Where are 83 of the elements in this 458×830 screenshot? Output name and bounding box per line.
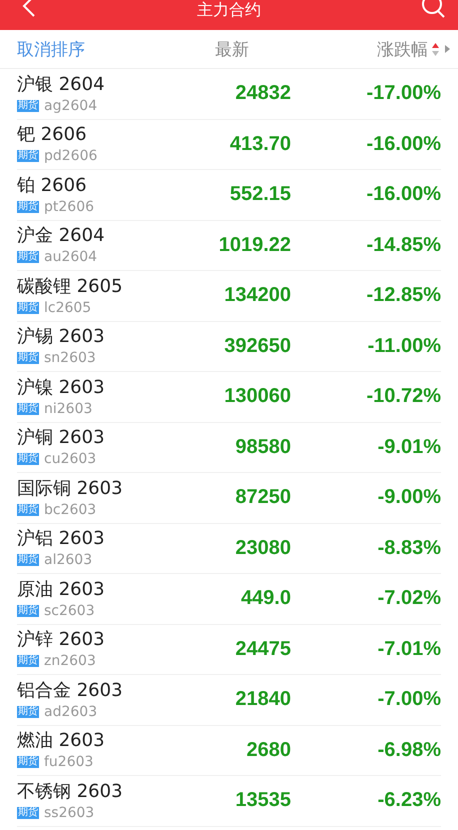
contract-code: bc2603	[44, 502, 96, 518]
back-icon[interactable]	[22, 0, 36, 17]
futures-tag: 期货	[17, 100, 39, 112]
futures-tag: 期货	[17, 756, 39, 768]
futures-tag: 期货	[17, 453, 39, 466]
change-percent: -12.85%	[366, 284, 441, 308]
change-percent: -9.01%	[376, 436, 441, 459]
futures-tag: 期货	[17, 806, 39, 819]
change-percent: -10.72%	[366, 385, 441, 408]
search-icon[interactable]	[422, 0, 446, 18]
contract-name: 沪镍 2603	[17, 376, 106, 399]
change-percent: -8.83%	[376, 536, 441, 560]
contract-name: 碳酸锂 2605	[17, 276, 124, 298]
column-header[interactable]: 涨跌幅	[377, 38, 428, 60]
contract-name: 沪锌 2603	[17, 629, 106, 652]
futures-tag: 期货	[17, 655, 39, 668]
change-percent: -9.00%	[376, 486, 441, 510]
contract-name: 沪金 2604	[17, 225, 106, 248]
change-percent: -7.00%	[376, 688, 441, 712]
latest-price: 413.70	[228, 132, 291, 156]
contract-name: 原油 2603	[17, 578, 106, 601]
futures-tag: 期货	[17, 554, 39, 566]
contract-name: 铝合金 2603	[17, 680, 124, 702]
futures-tag: 期货	[17, 352, 39, 364]
latest-price: 2680	[246, 738, 291, 762]
contract-code: sn2603	[44, 350, 96, 366]
contract-name: 国际铜 2603	[17, 478, 124, 500]
latest-price: 392650	[223, 334, 291, 358]
cancel-sort-link[interactable]: 取消排序	[17, 38, 179, 60]
futures-tag: 期货	[17, 302, 39, 314]
change-percent: -14.85%	[366, 234, 441, 257]
contract-code: sc2603	[44, 602, 95, 619]
futures-tag: 期货	[17, 604, 39, 617]
change-percent: -6.98%	[376, 738, 441, 762]
latest-price: 449.0	[240, 587, 291, 610]
futures-tag: 期货	[17, 504, 39, 516]
latest-price: 24475	[234, 638, 291, 661]
contract-code: ss2603	[44, 804, 94, 821]
contract-code: cu2603	[44, 451, 96, 468]
latest-price: 552.15	[228, 183, 291, 206]
change-percent: -7.01%	[376, 638, 441, 661]
latest-price: 24832	[234, 82, 291, 106]
contract-code: zn2603	[44, 653, 96, 670]
change-percent: -16.00%	[366, 132, 441, 156]
change-percent: -11.00%	[366, 334, 441, 358]
contract-code: fu2603	[44, 754, 94, 770]
futures-tag: 期货	[17, 150, 39, 162]
contract-code: au2604	[44, 249, 98, 266]
latest-price: 1019.22	[218, 234, 291, 257]
contract-name: 沪铝 2603	[17, 528, 106, 550]
latest-price: 98580	[234, 436, 291, 459]
scroll-right-icon[interactable]	[445, 45, 450, 53]
latest-price: 23080	[234, 536, 291, 560]
contract-code: lc2605	[44, 300, 92, 316]
contract-code: al2603	[44, 552, 92, 568]
latest-price: 21840	[234, 688, 291, 712]
contract-code: pt2606	[44, 198, 94, 215]
contract-name: 沪铜 2603	[17, 427, 106, 450]
contract-code: ni2603	[44, 400, 92, 417]
futures-tag: 期货	[17, 402, 39, 415]
change-percent: -16.00%	[366, 183, 441, 206]
contract-name: 沪银 2604	[17, 74, 106, 96]
contract-code: pd2606	[44, 148, 98, 164]
sort-icon[interactable]	[432, 42, 439, 56]
contract-name: 钯 2606	[17, 124, 88, 146]
futures-tag: 期货	[17, 251, 39, 264]
contract-name: 沪锡 2603	[17, 326, 106, 348]
latest-price: 13535	[234, 789, 291, 812]
futures-tag: 期货	[17, 200, 39, 213]
latest-price: 130060	[223, 385, 291, 408]
change-percent: -7.02%	[376, 587, 441, 610]
change-percent: -6.23%	[376, 789, 441, 812]
latest-price: 87250	[234, 486, 291, 510]
latest-price: 134200	[223, 284, 291, 308]
screen-title: 主力合约	[197, 1, 261, 19]
contract-code: ad2603	[44, 704, 98, 720]
contract-name: 不锈钢 2603	[17, 780, 124, 803]
contract-name: 燃油 2603	[17, 730, 106, 752]
change-percent: -17.00%	[366, 82, 441, 106]
contract-name: 铂 2606	[17, 174, 88, 197]
contract-code: ag2604	[44, 98, 98, 114]
column-header[interactable]: 最新	[215, 38, 249, 60]
futures-tag: 期货	[17, 706, 39, 718]
